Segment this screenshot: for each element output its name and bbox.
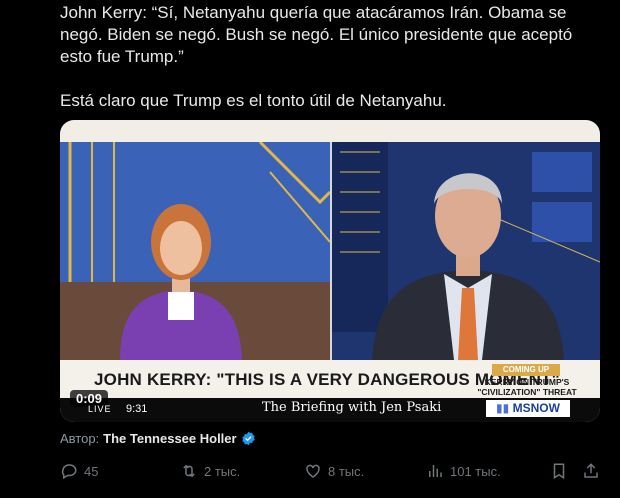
coming-up-label: COMING UP bbox=[492, 364, 560, 376]
author-attribution: Автор: The Tennessee Holler bbox=[60, 431, 256, 446]
like-count: 8 тыс. bbox=[328, 463, 365, 479]
author-prefix: Автор: bbox=[60, 431, 100, 446]
author-name[interactable]: The Tennessee Holler bbox=[103, 431, 236, 446]
tweet-text-line-2: Está claro que Trump es el tonto útil de… bbox=[60, 91, 447, 110]
views-button[interactable]: 101 тыс. bbox=[426, 462, 501, 480]
lower-third: JOHN KERRY: "THIS IS A VERY DANGEROUS MO… bbox=[60, 360, 600, 398]
repost-count: 2 тыс. bbox=[204, 463, 241, 479]
share-button[interactable] bbox=[582, 462, 600, 480]
bookmark-button[interactable] bbox=[550, 462, 568, 480]
repost-icon bbox=[180, 462, 198, 480]
guest-image bbox=[332, 142, 600, 360]
reply-icon bbox=[60, 462, 78, 480]
video-frame[interactable]: JOHN KERRY: "THIS IS A VERY DANGEROUS MO… bbox=[60, 142, 600, 398]
reply-button[interactable]: 45 bbox=[60, 462, 98, 480]
share-icon bbox=[582, 462, 600, 480]
network-logo: ▮▮ MSNOW bbox=[486, 400, 570, 417]
bookmark-icon bbox=[550, 462, 568, 480]
network-name: MSNOW bbox=[512, 401, 560, 415]
tweet-actions: 45 2 тыс. 8 тыс. 101 тыс. bbox=[60, 462, 600, 486]
reply-count: 45 bbox=[84, 463, 99, 479]
verified-badge-icon bbox=[241, 431, 256, 446]
views-icon bbox=[426, 462, 444, 480]
heart-icon bbox=[304, 462, 322, 480]
repost-button[interactable]: 2 тыс. bbox=[180, 462, 240, 480]
tweet-text-line-1: John Kerry: “Sí, Netanyahu quería que at… bbox=[60, 3, 573, 66]
coming-up-text: KERRY ON TRUMP'S "CIVILIZATION" THREAT bbox=[477, 377, 577, 397]
network-logo-mark: ▮▮ bbox=[496, 401, 510, 415]
show-title: The Briefing with Jen Psaki bbox=[262, 400, 442, 415]
live-label: LIVE bbox=[88, 404, 112, 414]
views-count: 101 тыс. bbox=[450, 463, 501, 479]
tweet-text: John Kerry: “Sí, Netanyahu quería que at… bbox=[60, 2, 600, 112]
video-player[interactable]: JOHN KERRY: "THIS IS A VERY DANGEROUS MO… bbox=[60, 120, 600, 422]
anchor-image bbox=[60, 142, 330, 360]
like-button[interactable]: 8 тыс. bbox=[304, 462, 364, 480]
guest-panel bbox=[332, 142, 600, 360]
anchor-panel bbox=[60, 142, 330, 360]
broadcast-clock: 9:31 bbox=[126, 403, 148, 415]
